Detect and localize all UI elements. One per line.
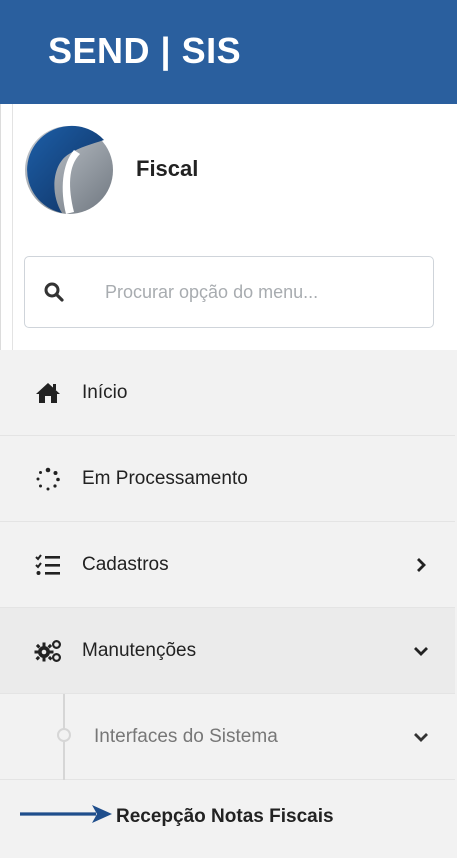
sidebar-item-label: Manutenções <box>82 640 197 661</box>
panel-divider <box>12 104 13 350</box>
company-logo <box>25 125 113 214</box>
sidebar-item-inicio[interactable]: Início <box>0 350 455 436</box>
arrow-right-icon <box>20 805 112 823</box>
checklist-icon <box>35 554 60 575</box>
sidebar-subitem-recepcao-notas-fiscais[interactable]: Recepção Notas Fiscais <box>0 780 455 858</box>
search-icon <box>44 282 64 302</box>
sidebar-item-label: Início <box>82 382 128 403</box>
module-title: Fiscal <box>136 156 199 181</box>
sidebar-item-label: Em Processamento <box>82 468 248 489</box>
brand-title[interactable]: SEND | SIS <box>48 30 241 72</box>
sidebar-subitem-label: Recepção Notas Fiscais <box>116 806 334 827</box>
sidebar-item-label: Cadastros <box>82 554 169 575</box>
tree-node-dot <box>57 728 71 742</box>
chevron-right-icon <box>417 558 426 572</box>
chevron-down-icon <box>414 733 428 742</box>
sidebar-item-em-processamento[interactable]: Em Processamento <box>0 436 455 522</box>
sidebar-item-cadastros[interactable]: Cadastros <box>0 522 455 608</box>
search-input[interactable] <box>105 275 415 309</box>
sidebar-subitem-label: Interfaces do Sistema <box>94 726 278 747</box>
sidebar-menu: Início Em Processamento Cadastros Manute… <box>0 350 457 858</box>
chevron-down-icon <box>414 647 428 656</box>
menu-search-box[interactable] <box>24 256 434 328</box>
home-icon <box>36 383 60 403</box>
gears-icon <box>34 639 62 663</box>
sidebar-item-manutencoes[interactable]: Manutenções <box>0 608 455 694</box>
top-bar: SEND | SIS <box>0 0 457 104</box>
spinner-icon <box>36 467 60 491</box>
